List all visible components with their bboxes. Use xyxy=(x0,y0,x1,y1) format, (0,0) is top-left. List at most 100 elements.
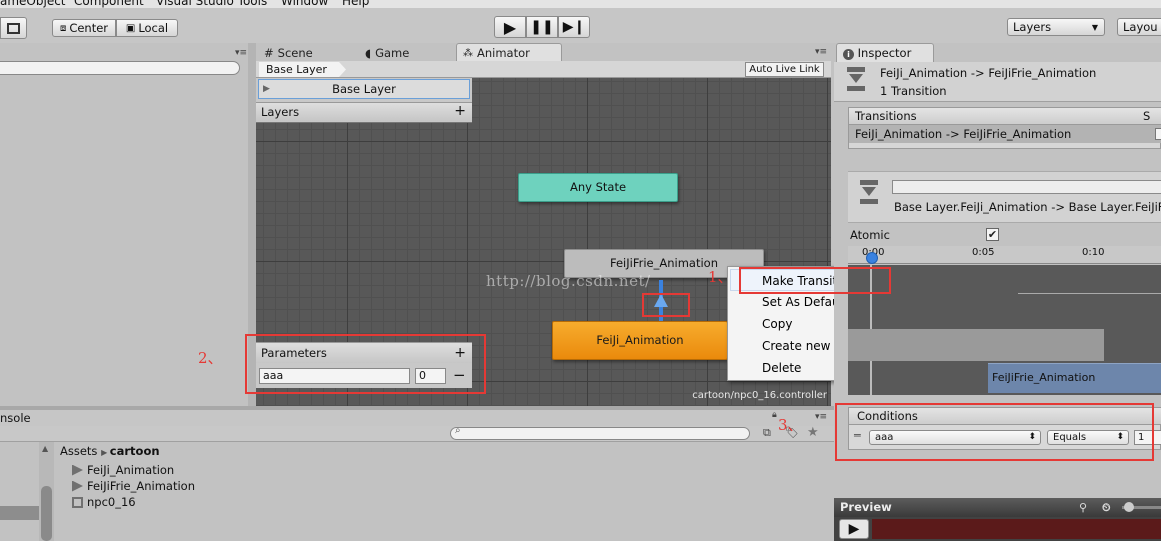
project-files-panel: Assets ▶ cartoon FeiJi_Animation FeiJiFr… xyxy=(54,442,834,541)
auto-live-link-label: Auto Live Link xyxy=(749,64,820,75)
tab-console[interactable]: nsole xyxy=(0,411,31,425)
chevron-down-icon: ▼ xyxy=(1091,22,1098,32)
condition-value: 1 xyxy=(1138,432,1145,443)
auto-live-link-button[interactable]: Auto Live Link xyxy=(745,62,824,77)
center-label: Center xyxy=(69,21,109,35)
scroll-thumb[interactable] xyxy=(41,486,52,541)
rect-tool-button[interactable] xyxy=(0,17,27,39)
list-item[interactable]: npc0_16 xyxy=(72,494,195,510)
hierarchy-search-input[interactable] xyxy=(0,61,240,75)
layout-dropdown[interactable]: Layou xyxy=(1117,18,1161,36)
base-layer-label: Base Layer xyxy=(332,82,396,96)
menu-gameobject[interactable]: ameObject xyxy=(0,0,66,8)
condition-mode-select[interactable]: Equals xyxy=(1047,430,1129,445)
bottom-menu-icon[interactable]: ▾≡ xyxy=(815,412,827,422)
info-icon: i xyxy=(843,49,854,60)
menu-visual-studio-tools[interactable]: Visual Studio Tools xyxy=(156,0,267,8)
atomic-checkbox[interactable]: ✔ xyxy=(986,228,999,241)
parameter-value: 0 xyxy=(419,369,426,382)
parameters-panel: Parameters + aaa 0 − xyxy=(256,342,472,388)
tab-scene[interactable]: # Scene xyxy=(258,43,319,62)
pause-icon: ❚❚ xyxy=(530,19,554,35)
preview-play-button[interactable]: ▶ xyxy=(839,519,869,539)
condition-value-field[interactable]: 1 xyxy=(1134,430,1161,445)
project-folders-panel xyxy=(0,442,39,541)
menu-window[interactable]: Window xyxy=(281,0,328,8)
pause-button[interactable]: ❚❚ xyxy=(526,16,558,38)
parameter-name-field[interactable]: aaa xyxy=(259,368,410,384)
toolbar: ⧈ Center ▣ Local ▶ ❚❚ ▶❙ Layers ▼ Layou xyxy=(0,8,1161,43)
pivot-center-button[interactable]: ⧈ Center xyxy=(52,19,116,37)
pivot-icon[interactable]: ⚲ xyxy=(1079,498,1087,517)
add-layer-icon[interactable]: + xyxy=(454,102,466,120)
lock-icon[interactable]: 🔒︎ xyxy=(772,410,777,420)
tab-animator-label: Animator xyxy=(477,46,530,60)
rect-tool-icon xyxy=(7,22,20,34)
project-search-input[interactable]: ⌕ xyxy=(450,425,750,440)
breadcrumb-assets[interactable]: Assets xyxy=(60,444,97,458)
menu-component[interactable]: Component xyxy=(74,0,144,8)
local-icon: ▣ xyxy=(125,22,136,34)
game-icon: ◖ xyxy=(365,45,372,60)
inspector-subtitle: 1 Transition xyxy=(880,84,947,98)
annotation-3: 3、 xyxy=(778,416,803,434)
animation-clip-icon xyxy=(72,480,83,492)
scroll-up-icon[interactable]: ▲ xyxy=(42,444,48,453)
tab-animator[interactable]: ⁂ Animator xyxy=(456,43,562,62)
scene-icon: # xyxy=(264,45,274,60)
parameter-value-field[interactable]: 0 xyxy=(415,368,446,384)
base-layer-row[interactable]: ▶ Base Layer xyxy=(258,79,470,99)
filter-type-icon[interactable]: ⧉ xyxy=(763,426,771,440)
timeline-marker-icon[interactable] xyxy=(866,252,878,264)
transition-solo-checkbox[interactable] xyxy=(1155,128,1161,140)
layout-dropdown-label: Layou xyxy=(1123,20,1158,34)
animation-clip-icon xyxy=(72,464,83,476)
add-parameter-icon[interactable]: + xyxy=(454,343,466,363)
drag-handle-icon[interactable]: ═ xyxy=(854,429,861,442)
hierarchy-menu-icon[interactable]: ▾≡ xyxy=(235,48,247,58)
layers-dropdown[interactable]: Layers ▼ xyxy=(1007,18,1105,36)
conditions-header: Conditions xyxy=(849,408,1161,425)
list-item[interactable]: FeiJiFrie_Animation xyxy=(72,478,195,494)
step-button[interactable]: ▶❙ xyxy=(558,16,590,38)
speed-slider-thumb[interactable] xyxy=(1124,502,1134,512)
file-list: FeiJi_Animation FeiJiFrie_Animation npc0… xyxy=(72,462,195,510)
timeline-source-bar[interactable] xyxy=(848,329,1104,361)
play-button[interactable]: ▶ xyxy=(494,16,526,38)
preview-header: Preview ⚲ ⏲ xyxy=(834,498,1161,517)
search-icon: ⌕ xyxy=(455,425,461,436)
transition-row[interactable]: FeiJi_Animation -> FeiJiFrie_Animation xyxy=(849,125,1161,143)
parameters-header: Parameters + xyxy=(256,343,472,363)
condition-parameter-select[interactable]: aaa xyxy=(869,430,1041,445)
tab-inspector-label: Inspector xyxy=(857,46,912,60)
atomic-label: Atomic xyxy=(850,228,890,242)
layers-dropdown-label: Layers xyxy=(1013,20,1052,34)
transition-detail-icon xyxy=(860,180,878,208)
timeline-ruler: 0:00 0:05 0:10 xyxy=(848,246,1161,264)
folder-selected-row[interactable] xyxy=(0,506,39,520)
layers-header-label: Layers xyxy=(261,105,300,119)
bottom-tabbar: nsole 🔒︎ ▾≡ xyxy=(0,410,834,426)
tab-inspector[interactable]: i Inspector xyxy=(836,43,934,62)
speed-icon[interactable]: ⏲ xyxy=(1102,498,1111,517)
transition-name-input[interactable] xyxy=(892,180,1161,194)
favorite-star-icon[interactable]: ★ xyxy=(807,425,819,440)
menu-help[interactable]: Help xyxy=(342,0,369,8)
remove-parameter-icon[interactable]: − xyxy=(453,366,466,384)
transition-detail: Base Layer.FeiJi_Animation -> Base Layer… xyxy=(848,171,1161,223)
tab-game[interactable]: ◖ Game xyxy=(359,43,415,62)
pivot-local-button[interactable]: ▣ Local xyxy=(116,19,178,37)
any-state-node[interactable]: Any State xyxy=(518,173,678,202)
state-feiji-node[interactable]: FeiJi_Animation xyxy=(552,321,728,360)
file-name: npc0_16 xyxy=(87,495,136,509)
menu-item-copy-label: Copy xyxy=(762,317,793,331)
state-feiji-label: FeiJi_Animation xyxy=(596,333,684,347)
breadcrumb-cartoon[interactable]: cartoon xyxy=(110,444,160,458)
timeline-dest-bar[interactable]: FeiJiFrie_Animation xyxy=(988,363,1161,393)
project-scrollbar[interactable]: ▲ xyxy=(39,442,54,541)
list-item[interactable]: FeiJi_Animation xyxy=(72,462,195,478)
tick-5: 0:05 xyxy=(972,247,995,258)
animator-footer-path: cartoon/npc0_16.controller xyxy=(692,390,827,401)
breadcrumb[interactable]: Base Layer xyxy=(259,62,346,77)
animator-menu-icon[interactable]: ▾≡ xyxy=(815,47,827,57)
